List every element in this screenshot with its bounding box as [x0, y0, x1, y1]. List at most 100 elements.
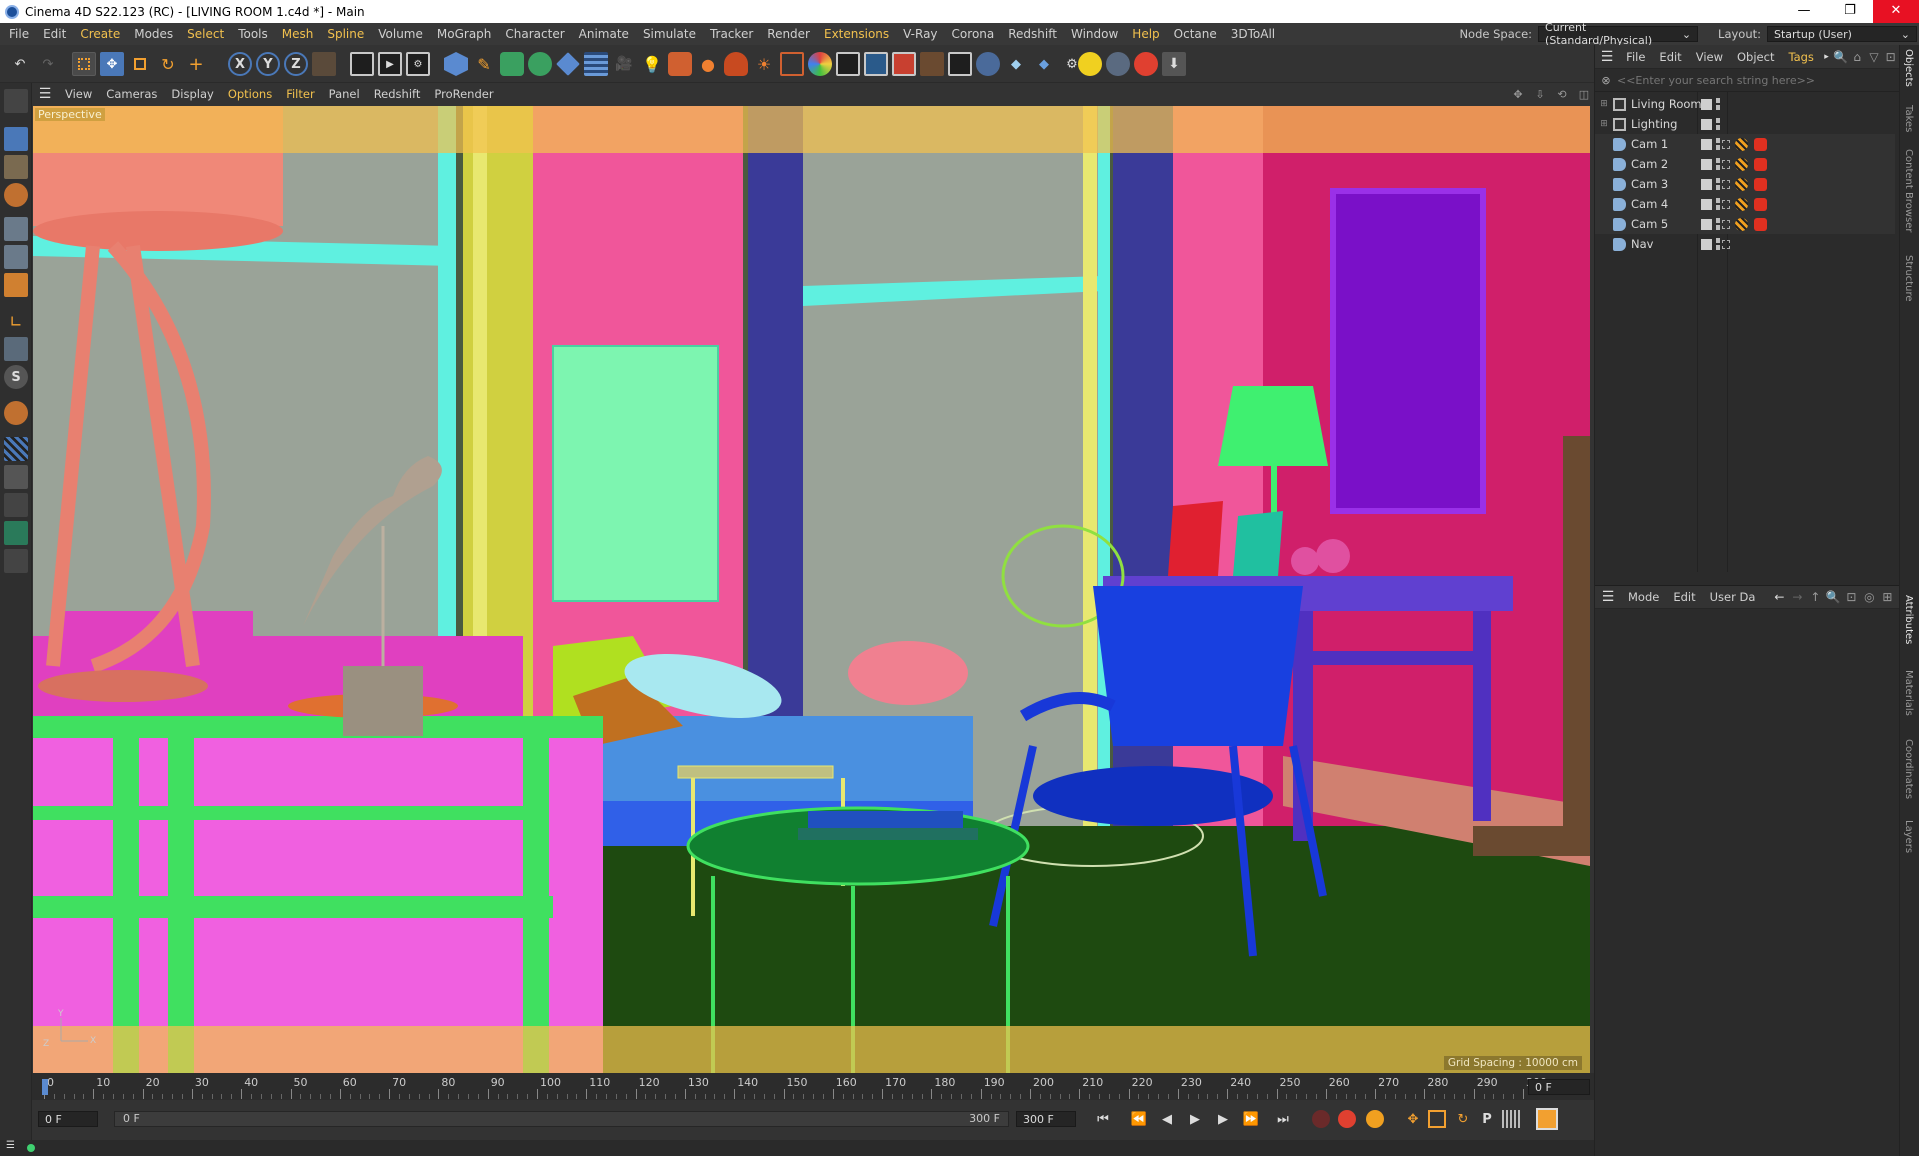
play-icon[interactable]: ▶: [1184, 1108, 1206, 1130]
new-window-icon[interactable]: ⊡: [1882, 50, 1899, 64]
lock-icon[interactable]: ⊡: [1842, 590, 1860, 604]
menu-edit[interactable]: Edit: [36, 27, 73, 41]
back-arrow-icon[interactable]: ←: [1770, 590, 1788, 604]
rotate-view-icon[interactable]: ⟲: [1554, 88, 1570, 101]
toggle-view-icon[interactable]: ◫: [1576, 88, 1592, 101]
object-menu-tags[interactable]: Tags: [1781, 50, 1820, 64]
snap-icon[interactable]: S: [4, 365, 28, 389]
camera-target-icon[interactable]: [1722, 179, 1730, 189]
object-name[interactable]: Cam 2: [1631, 157, 1668, 171]
new-window-icon[interactable]: ⊞: [1878, 590, 1896, 604]
next-frame-icon[interactable]: ▶: [1212, 1108, 1234, 1130]
vray-icon[interactable]: [668, 52, 692, 76]
redshift-render-view-icon[interactable]: [892, 52, 916, 76]
y-axis-lock-icon[interactable]: Y: [256, 52, 280, 76]
attribute-menu-mode[interactable]: Mode: [1621, 590, 1666, 604]
solo-hierarchy-icon[interactable]: [4, 521, 28, 545]
x-axis-lock-icon[interactable]: X: [228, 52, 252, 76]
key-rotation-icon[interactable]: ↻: [1452, 1108, 1474, 1130]
visibility-dots-icon[interactable]: [1716, 238, 1720, 250]
viewport-menu-display[interactable]: Display: [164, 87, 220, 101]
side-tab-content-browser[interactable]: Content Browser: [1903, 149, 1914, 232]
menu-file[interactable]: File: [2, 27, 36, 41]
timeline-window-icon[interactable]: [1536, 1108, 1558, 1130]
up-arrow-icon[interactable]: ↑: [1806, 590, 1824, 604]
mograph-cloner-icon[interactable]: [528, 52, 552, 76]
render-camera-tag-icon[interactable]: [1754, 197, 1767, 211]
make-editable-icon[interactable]: [4, 89, 28, 113]
hamburger-menu-icon[interactable]: ☰: [1595, 49, 1619, 65]
object-search-input[interactable]: [1617, 71, 1887, 89]
zoom-view-icon[interactable]: ⇩: [1532, 88, 1548, 101]
visibility-dots-icon[interactable]: [1716, 218, 1720, 230]
subdivision-surface-icon[interactable]: [500, 52, 524, 76]
octane-render-icon[interactable]: [1078, 52, 1102, 76]
status-menu-icon[interactable]: ☰: [6, 1140, 15, 1151]
coordinate-system-icon[interactable]: [312, 52, 336, 76]
redshift-ipr-icon[interactable]: [920, 52, 944, 76]
object-name[interactable]: Cam 5: [1631, 217, 1668, 231]
light-bulb-orange-icon[interactable]: ●: [696, 52, 720, 76]
z-axis-lock-icon[interactable]: Z: [284, 52, 308, 76]
menu-render[interactable]: Render: [760, 27, 817, 41]
object-menu-file[interactable]: File: [1619, 50, 1652, 64]
object-menu-object[interactable]: Object: [1730, 50, 1781, 64]
object-name[interactable]: Living Room: [1631, 97, 1702, 111]
go-to-start-icon[interactable]: ⏮: [1092, 1108, 1114, 1130]
octane-settings-icon[interactable]: ◆: [1032, 52, 1056, 76]
menu-select[interactable]: Select: [180, 27, 231, 41]
expand-icon[interactable]: ⊞: [1599, 99, 1609, 109]
object-row[interactable]: Nav: [1595, 234, 1895, 254]
minimize-button[interactable]: —: [1781, 0, 1827, 23]
corona-ir-icon[interactable]: [1134, 52, 1158, 76]
camera-target-icon[interactable]: [1722, 199, 1730, 209]
layer-edit-icon[interactable]: [1701, 118, 1712, 130]
menu-mesh[interactable]: Mesh: [275, 27, 321, 41]
move-tool-icon[interactable]: ✥: [100, 52, 124, 76]
range-slider[interactable]: 0 F 300 F: [114, 1111, 1009, 1127]
key-pla-icon[interactable]: [1502, 1110, 1520, 1128]
snapshot-icon[interactable]: [976, 52, 1000, 76]
menu-3dtoall[interactable]: 3DToAll: [1224, 27, 1282, 41]
end-frame-field[interactable]: 300 F: [1016, 1111, 1076, 1127]
object-name[interactable]: Nav: [1631, 237, 1653, 251]
solo-single-icon[interactable]: [4, 493, 28, 517]
pan-view-icon[interactable]: ✥: [1510, 88, 1526, 101]
menu-redshift[interactable]: Redshift: [1001, 27, 1064, 41]
menu-tools[interactable]: Tools: [231, 27, 275, 41]
camera-target-icon[interactable]: [1722, 219, 1730, 229]
menu-animate[interactable]: Animate: [572, 27, 636, 41]
render-camera-tag-icon[interactable]: [1754, 177, 1767, 191]
object-name[interactable]: Cam 3: [1631, 177, 1668, 191]
edges-mode-icon[interactable]: [4, 245, 28, 269]
menu-window[interactable]: Window: [1064, 27, 1125, 41]
undo-icon[interactable]: ↶: [8, 52, 32, 76]
hamburger-menu-icon[interactable]: ☰: [1595, 589, 1621, 605]
octane-live-viewer-icon[interactable]: ◆: [1004, 52, 1028, 76]
menu-octane[interactable]: Octane: [1167, 27, 1224, 41]
object-row[interactable]: Cam 1: [1595, 134, 1895, 154]
go-to-end-icon[interactable]: ⏭: [1272, 1108, 1294, 1130]
visibility-dots-icon[interactable]: [1716, 98, 1720, 110]
menu-spline[interactable]: Spline: [320, 27, 371, 41]
viewport-menu-options[interactable]: Options: [221, 87, 279, 101]
render-camera-tag-icon[interactable]: [1754, 217, 1767, 231]
render-camera-tag-icon[interactable]: [1754, 137, 1767, 151]
menu-help[interactable]: Help: [1125, 27, 1166, 41]
previous-key-icon[interactable]: ⏪: [1128, 1108, 1150, 1130]
side-tab-attributes[interactable]: Attributes: [1903, 595, 1914, 644]
layer-edit-icon[interactable]: [1701, 218, 1712, 230]
key-parameter-icon[interactable]: P: [1476, 1108, 1498, 1130]
viewport-solo-icon[interactable]: [4, 549, 28, 573]
close-button[interactable]: ✕: [1873, 0, 1919, 23]
render-region-icon[interactable]: [836, 52, 860, 76]
redo-icon[interactable]: ↷: [36, 52, 60, 76]
layer-edit-icon[interactable]: [1701, 158, 1712, 170]
node-space-dropdown[interactable]: Current (Standard/Physical) ⌄: [1538, 21, 1699, 47]
filter-icon[interactable]: ▽: [1866, 50, 1883, 64]
menu-modes[interactable]: Modes: [127, 27, 180, 41]
download-icon[interactable]: ⬇: [1162, 52, 1186, 76]
solo-off-icon[interactable]: [4, 465, 28, 489]
attribute-menu-edit[interactable]: Edit: [1666, 590, 1702, 604]
protection-tag-icon[interactable]: [1735, 177, 1748, 191]
